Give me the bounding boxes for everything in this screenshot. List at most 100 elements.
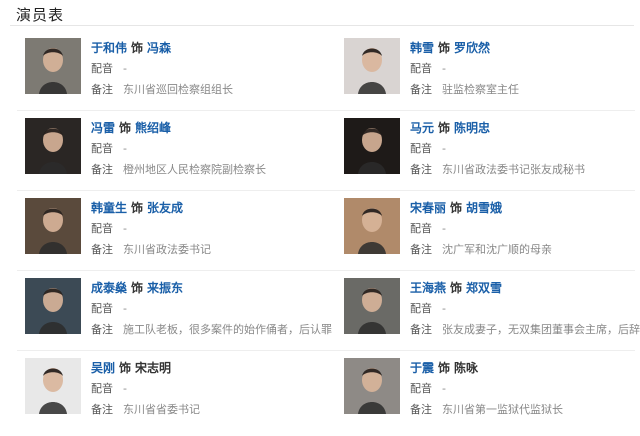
role-name-link[interactable]: 罗欣然 bbox=[454, 41, 490, 55]
actor-photo[interactable] bbox=[25, 198, 81, 254]
actor-photo[interactable] bbox=[25, 118, 81, 174]
actor-photo[interactable] bbox=[344, 278, 400, 334]
dubbing-field: 配音 - bbox=[91, 380, 127, 396]
dubbing-value: - bbox=[123, 62, 127, 75]
as-word: 饰 bbox=[438, 361, 451, 375]
dubbing-field: 配音 - bbox=[91, 300, 127, 316]
actor-photo[interactable] bbox=[344, 118, 400, 174]
dubbing-value: - bbox=[123, 382, 127, 395]
note-field: 备注 东川省政法委书记张友成秘书 bbox=[410, 161, 585, 177]
actor-photo[interactable] bbox=[344, 358, 400, 414]
portrait-image bbox=[344, 278, 400, 334]
note-label: 备注 bbox=[91, 163, 113, 176]
note-value: 张友成妻子，无双集团董事会主席，后辞职 bbox=[442, 323, 640, 336]
cast-card: 王海燕饰郑双雪 配音 - 备注 张友成妻子，无双集团董事会主席，后辞职 bbox=[344, 278, 640, 356]
dubbing-value: - bbox=[442, 142, 446, 155]
role-name-link[interactable]: 熊绍峰 bbox=[135, 121, 171, 135]
role-name-link[interactable]: 来振东 bbox=[147, 281, 183, 295]
as-word: 饰 bbox=[450, 281, 463, 295]
note-label: 备注 bbox=[410, 163, 432, 176]
cast-header: 演员表 bbox=[0, 0, 640, 30]
actor-photo[interactable] bbox=[344, 198, 400, 254]
portrait-image bbox=[344, 198, 400, 254]
actor-name-link[interactable]: 冯雷 bbox=[91, 121, 115, 135]
portrait-image bbox=[344, 358, 400, 414]
cast-name-line: 吴刚饰宋志明 bbox=[91, 359, 171, 376]
actor-name-link[interactable]: 韩童生 bbox=[91, 201, 127, 215]
note-value: 东川省第一监狱代监狱长 bbox=[442, 403, 563, 416]
role-name-link[interactable]: 胡雪娥 bbox=[466, 201, 502, 215]
actor-name-link[interactable]: 宋春丽 bbox=[410, 201, 446, 215]
note-value: 驻监检察室主任 bbox=[442, 83, 519, 96]
note-field: 备注 张友成妻子，无双集团董事会主席，后辞职 bbox=[410, 321, 640, 337]
cast-card: 于和伟饰冯森 配音 - 备注 东川省巡回检察组组长 bbox=[25, 38, 325, 116]
as-word: 饰 bbox=[131, 281, 144, 295]
cast-name-line: 冯雷饰熊绍峰 bbox=[91, 119, 171, 136]
note-value: 沈广军和沈广顺的母亲 bbox=[442, 243, 552, 256]
dubbing-field: 配音 - bbox=[410, 60, 446, 76]
note-field: 备注 东川省政法委书记 bbox=[91, 241, 211, 257]
note-label: 备注 bbox=[91, 243, 113, 256]
note-label: 备注 bbox=[91, 323, 113, 336]
actor-name-link[interactable]: 韩雪 bbox=[410, 41, 434, 55]
dubbing-field: 配音 - bbox=[410, 300, 446, 316]
actor-name-link[interactable]: 吴刚 bbox=[91, 361, 115, 375]
note-field: 备注 橙州地区人民检察院副检察长 bbox=[91, 161, 266, 177]
note-field: 备注 驻监检察室主任 bbox=[410, 81, 519, 97]
cast-card: 韩雪饰罗欣然 配音 - 备注 驻监检察室主任 bbox=[344, 38, 640, 116]
dubbing-field: 配音 - bbox=[410, 140, 446, 156]
actor-photo[interactable] bbox=[25, 358, 81, 414]
dubbing-label: 配音 bbox=[91, 222, 113, 235]
dubbing-value: - bbox=[123, 222, 127, 235]
note-label: 备注 bbox=[410, 403, 432, 416]
actor-name-link[interactable]: 成泰燊 bbox=[91, 281, 127, 295]
dubbing-field: 配音 - bbox=[91, 60, 127, 76]
portrait-image bbox=[344, 118, 400, 174]
role-name-link[interactable]: 冯森 bbox=[147, 41, 171, 55]
cast-card: 冯雷饰熊绍峰 配音 - 备注 橙州地区人民检察院副检察长 bbox=[25, 118, 325, 196]
as-word: 饰 bbox=[450, 201, 463, 215]
dubbing-label: 配音 bbox=[410, 222, 432, 235]
role-name-link[interactable]: 陈明忠 bbox=[454, 121, 490, 135]
dubbing-label: 配音 bbox=[410, 142, 432, 155]
actor-name-link[interactable]: 于震 bbox=[410, 361, 434, 375]
dubbing-field: 配音 - bbox=[410, 380, 446, 396]
dubbing-label: 配音 bbox=[410, 62, 432, 75]
dubbing-label: 配音 bbox=[410, 302, 432, 315]
actor-photo[interactable] bbox=[25, 38, 81, 94]
cast-name-line: 韩童生饰张友成 bbox=[91, 199, 183, 216]
cast-card: 于震饰陈咏配音 - 备注 东川省第一监狱代监狱长 bbox=[344, 358, 640, 436]
portrait-image bbox=[344, 38, 400, 94]
cast-card: 宋春丽饰胡雪娥 配音 - 备注 沈广军和沈广顺的母亲 bbox=[344, 198, 640, 276]
as-word: 饰 bbox=[119, 361, 132, 375]
actor-photo[interactable] bbox=[344, 38, 400, 94]
dubbing-label: 配音 bbox=[91, 302, 113, 315]
cast-name-line: 于震饰陈咏 bbox=[410, 359, 478, 376]
actor-name-link[interactable]: 王海燕 bbox=[410, 281, 446, 295]
portrait-image bbox=[25, 198, 81, 254]
role-name-link[interactable]: 郑双雪 bbox=[466, 281, 502, 295]
role-name-link[interactable]: 张友成 bbox=[147, 201, 183, 215]
cast-card: 成泰燊饰来振东 配音 - 备注 施工队老板，很多案件的始作俑者，后认罪 bbox=[25, 278, 332, 356]
actor-name-link[interactable]: 马元 bbox=[410, 121, 434, 135]
note-field: 备注 东川省巡回检察组组长 bbox=[91, 81, 233, 97]
as-word: 饰 bbox=[438, 41, 451, 55]
note-value: 东川省巡回检察组组长 bbox=[123, 83, 233, 96]
page-title: 演员表 bbox=[16, 6, 65, 24]
note-field: 备注 东川省第一监狱代监狱长 bbox=[410, 401, 563, 417]
dubbing-value: - bbox=[123, 302, 127, 315]
cast-name-line: 王海燕饰郑双雪 bbox=[410, 279, 502, 296]
as-word: 饰 bbox=[119, 121, 132, 135]
dubbing-label: 配音 bbox=[410, 382, 432, 395]
note-field: 备注 东川省省委书记 bbox=[91, 401, 200, 417]
dubbing-label: 配音 bbox=[91, 142, 113, 155]
portrait-image bbox=[25, 358, 81, 414]
note-value: 东川省省委书记 bbox=[123, 403, 200, 416]
actor-photo[interactable] bbox=[25, 278, 81, 334]
note-value: 东川省政法委书记张友成秘书 bbox=[442, 163, 585, 176]
cast-card: 马元饰陈明忠 配音 - 备注 东川省政法委书记张友成秘书 bbox=[344, 118, 640, 196]
actor-name-link[interactable]: 于和伟 bbox=[91, 41, 127, 55]
note-label: 备注 bbox=[91, 403, 113, 416]
dubbing-value: - bbox=[442, 222, 446, 235]
role-name: 宋志明 bbox=[135, 361, 172, 375]
